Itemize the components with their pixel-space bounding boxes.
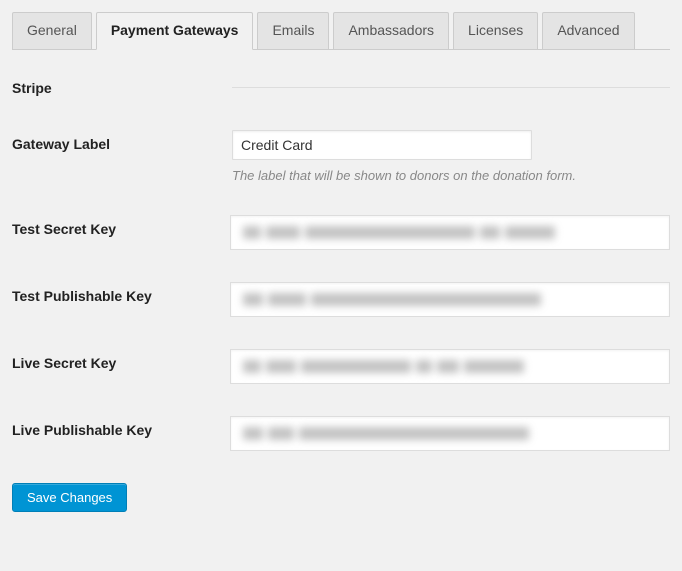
label-live-secret-key: Live Secret Key: [12, 349, 230, 371]
label-test-publishable-key: Test Publishable Key: [12, 282, 230, 304]
tab-licenses[interactable]: Licenses: [453, 12, 538, 49]
help-gateway-label: The label that will be shown to donors o…: [232, 168, 670, 183]
input-test-secret-key[interactable]: [230, 215, 670, 250]
input-live-secret-key[interactable]: [230, 349, 670, 384]
section-divider: [232, 87, 670, 88]
input-live-publishable-key[interactable]: [230, 416, 670, 451]
input-test-publishable-key[interactable]: [230, 282, 670, 317]
section-title: Stripe: [12, 80, 232, 96]
tab-payment-gateways[interactable]: Payment Gateways: [96, 12, 254, 50]
label-gateway-label: Gateway Label: [12, 130, 232, 152]
section-header-stripe: Stripe: [12, 80, 670, 96]
save-button[interactable]: Save Changes: [12, 483, 127, 512]
tab-ambassadors[interactable]: Ambassadors: [333, 12, 449, 49]
tab-advanced[interactable]: Advanced: [542, 12, 634, 49]
label-test-secret-key: Test Secret Key: [12, 215, 230, 237]
tabs: General Payment Gateways Emails Ambassad…: [12, 12, 670, 50]
tab-general[interactable]: General: [12, 12, 92, 49]
tab-emails[interactable]: Emails: [257, 12, 329, 49]
label-live-publishable-key: Live Publishable Key: [12, 416, 230, 438]
input-gateway-label[interactable]: [232, 130, 532, 160]
